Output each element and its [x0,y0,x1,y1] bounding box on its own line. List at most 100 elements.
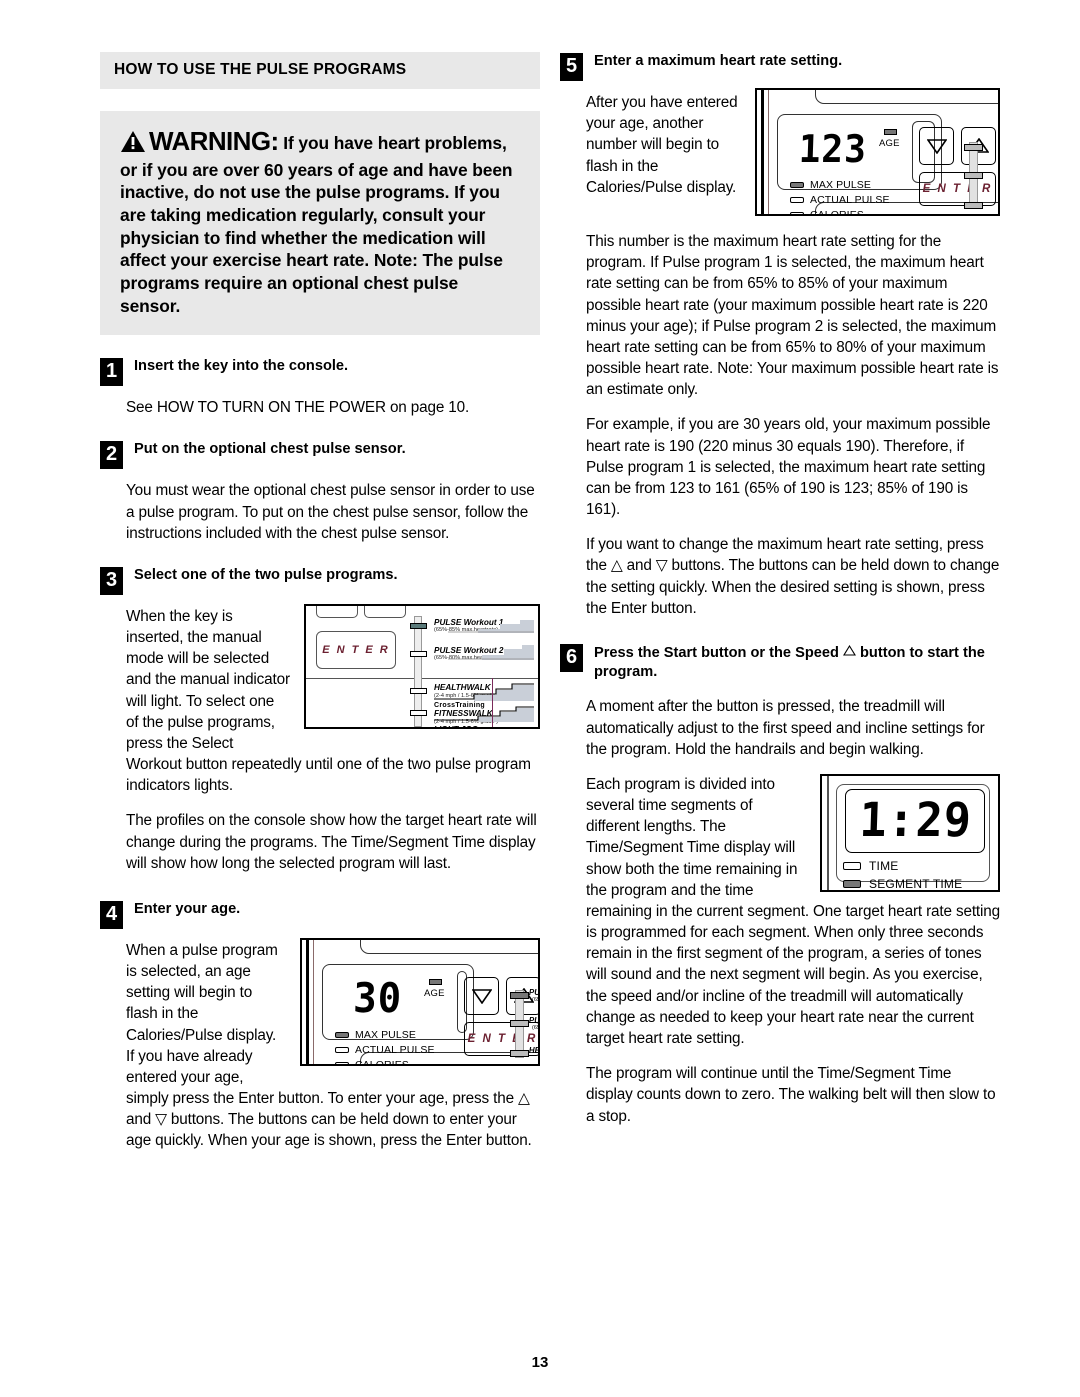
step-5-body-2: This number is the maximum heart rate se… [586,233,999,399]
led-icon [335,1061,349,1064]
indicator-actual-pulse: ACTUAL PULSE [335,1044,435,1056]
step-4-figure-wrap: 30 AGE MAX PULSE ACTUAL PULSE CALORIES E… [100,926,540,1152]
indicator-label: MAX PULSE [810,179,872,191]
workout-label-5: LIGHT JOG [434,725,478,727]
calories-pulse-display: 30 [335,973,421,1025]
section-title: HOW TO USE THE PULSE PROGRAMS [100,52,540,89]
step-6-title: Press the Start button or the Speed butt… [594,643,1000,683]
indicator-label: CALORIES [810,209,864,216]
age-value: 30 [352,974,404,1023]
step-3-figure-wrap: E N T E R PULSE Workout 1 (65%-85% max.h… [100,592,540,797]
warning-text-block: WARNING: If you have heart problems, or … [120,125,520,317]
led-icon [335,1031,349,1038]
rail-label-2: PU [528,1015,540,1025]
panel-divider [306,677,538,680]
console-top-button [360,939,538,954]
decrease-button[interactable] [464,976,499,1015]
step-3-body-2: The profiles on the console show how the… [126,812,537,872]
rail-indicator-2[interactable] [510,1019,529,1027]
led-icon [790,212,804,214]
warning-box: WARNING: If you have heart problems, or … [100,111,540,336]
warning-body: If you have heart problems, or if you ar… [120,133,513,316]
time-panel: 1:29 TIME SEGMENT TIME [836,783,990,890]
age-label: AGE [424,987,445,999]
step-5-number: 5 [560,53,583,81]
workout-profile-graph-4 [434,706,534,722]
indicator-calories: CALORIES [790,209,890,216]
console-edge-dark [761,90,764,214]
step-1-number: 1 [100,358,123,387]
workout-profile-graph-1 [448,619,534,633]
step-5-body-3: For example, if you are 30 years old, yo… [586,416,991,519]
console-button-group: E N T E R TargetPU P R O G R [457,970,538,1056]
rail-indicator-1[interactable] [510,991,529,999]
indicator-label: TIME [869,858,899,873]
console-button-blank-2 [364,605,406,618]
console-button-group: E N T E R Target P R O G [912,121,996,206]
console-age-figure: 30 AGE MAX PULSE ACTUAL PULSE CALORIES E… [300,937,540,1066]
console-heartrate-figure: 123 AGE MAX PULSE ACTUAL PULSE CALORIES … [755,88,1000,216]
right-column: 5 Enter a maximum heart rate setting. 12… [560,52,1000,1127]
step-2-title: Put on the optional chest pulse sensor. [134,441,406,458]
indicator-max-pulse: MAX PULSE [335,1029,435,1041]
console-edge-line [827,775,829,890]
console-edge-line [768,90,769,214]
step-6-number: 6 [560,643,583,672]
age-led-icon [884,129,897,135]
page-number: 13 [531,1354,549,1371]
step-2-number: 2 [100,441,123,470]
led-icon [843,879,861,888]
step-6-title-part1: Press the Start button or the Speed [594,644,839,661]
indicator-time: TIME [843,859,898,873]
decrease-button[interactable] [919,127,954,165]
workout-indicator-4[interactable] [410,709,427,716]
enter-button[interactable]: E N T E R [919,172,996,206]
calories-pulse-display: 123 [790,123,876,175]
step-4-title: Enter your age. [134,900,241,917]
indicator-label: SEGMENT TIME [869,876,963,891]
rail-indicator-3[interactable] [964,202,983,209]
pulse-indicator-list: MAX PULSE ACTUAL PULSE CALORIES [335,1029,435,1066]
max-heart-rate-value: 123 [798,127,868,171]
step-5-figure-wrap: 123 AGE MAX PULSE ACTUAL PULSE CALORIES … [560,78,1000,222]
console-edge-dark [306,939,309,1064]
rail-indicator-2[interactable] [964,172,983,179]
step-3-number: 3 [100,566,123,595]
warning-word: WARNING: [149,126,279,156]
indicator-label: CALORIES [355,1058,409,1066]
indicator-label: ACTUAL PULSE [810,194,890,206]
rail-indicator-1[interactable] [964,144,983,151]
indicator-calories: CALORIES [335,1058,435,1066]
led-icon [790,197,804,203]
time-value: 1:29 [858,793,973,849]
workout-indicator-3[interactable] [410,687,427,694]
workout-indicator-2[interactable] [410,650,427,657]
time-display-figure: 1:29 TIME SEGMENT TIME [820,773,1000,892]
triangle-up-icon [842,643,856,662]
rail-sub-1: (65 [532,996,540,1003]
rail-label-3: HE [528,1045,540,1055]
step-2-body: You must wear the optional chest pulse s… [126,482,535,542]
triangle-down-icon [471,989,492,1004]
step-5-title: Enter a maximum heart rate setting. [594,53,843,69]
step-3-title: Select one of the two pulse programs. [134,566,398,583]
enter-button[interactable]: E N T E R [316,630,396,669]
triangle-down-icon [926,139,947,154]
age-led-icon [429,978,442,985]
console-button-blank-1 [316,605,358,618]
step-6-body: A moment after the button is pressed, th… [586,698,985,758]
led-icon [335,1046,349,1053]
workout-indicator-1[interactable] [410,622,427,629]
rail-indicator-3[interactable] [510,1049,529,1057]
led-icon [843,861,861,870]
console-main-panel: 30 AGE MAX PULSE ACTUAL PULSE CALORIES E… [322,963,538,1064]
left-column: HOW TO USE THE PULSE PROGRAMS WARNING: I… [100,52,540,1152]
console-main-panel: 123 AGE MAX PULSE ACTUAL PULSE CALORIES … [777,114,996,214]
indicator-label: MAX PULSE [355,1028,417,1041]
step-6-figure-wrap: 1:29 TIME SEGMENT TIME Each program is d… [560,760,1000,1049]
console-profile-figure: E N T E R PULSE Workout 1 (65%-85% max.h… [304,603,540,729]
console-edge-line [313,939,314,1064]
step-4-number: 4 [100,900,123,929]
profile-cursor-line [492,677,494,727]
step-1-body: See HOW TO TURN ON THE POWER on page 10. [126,399,470,417]
